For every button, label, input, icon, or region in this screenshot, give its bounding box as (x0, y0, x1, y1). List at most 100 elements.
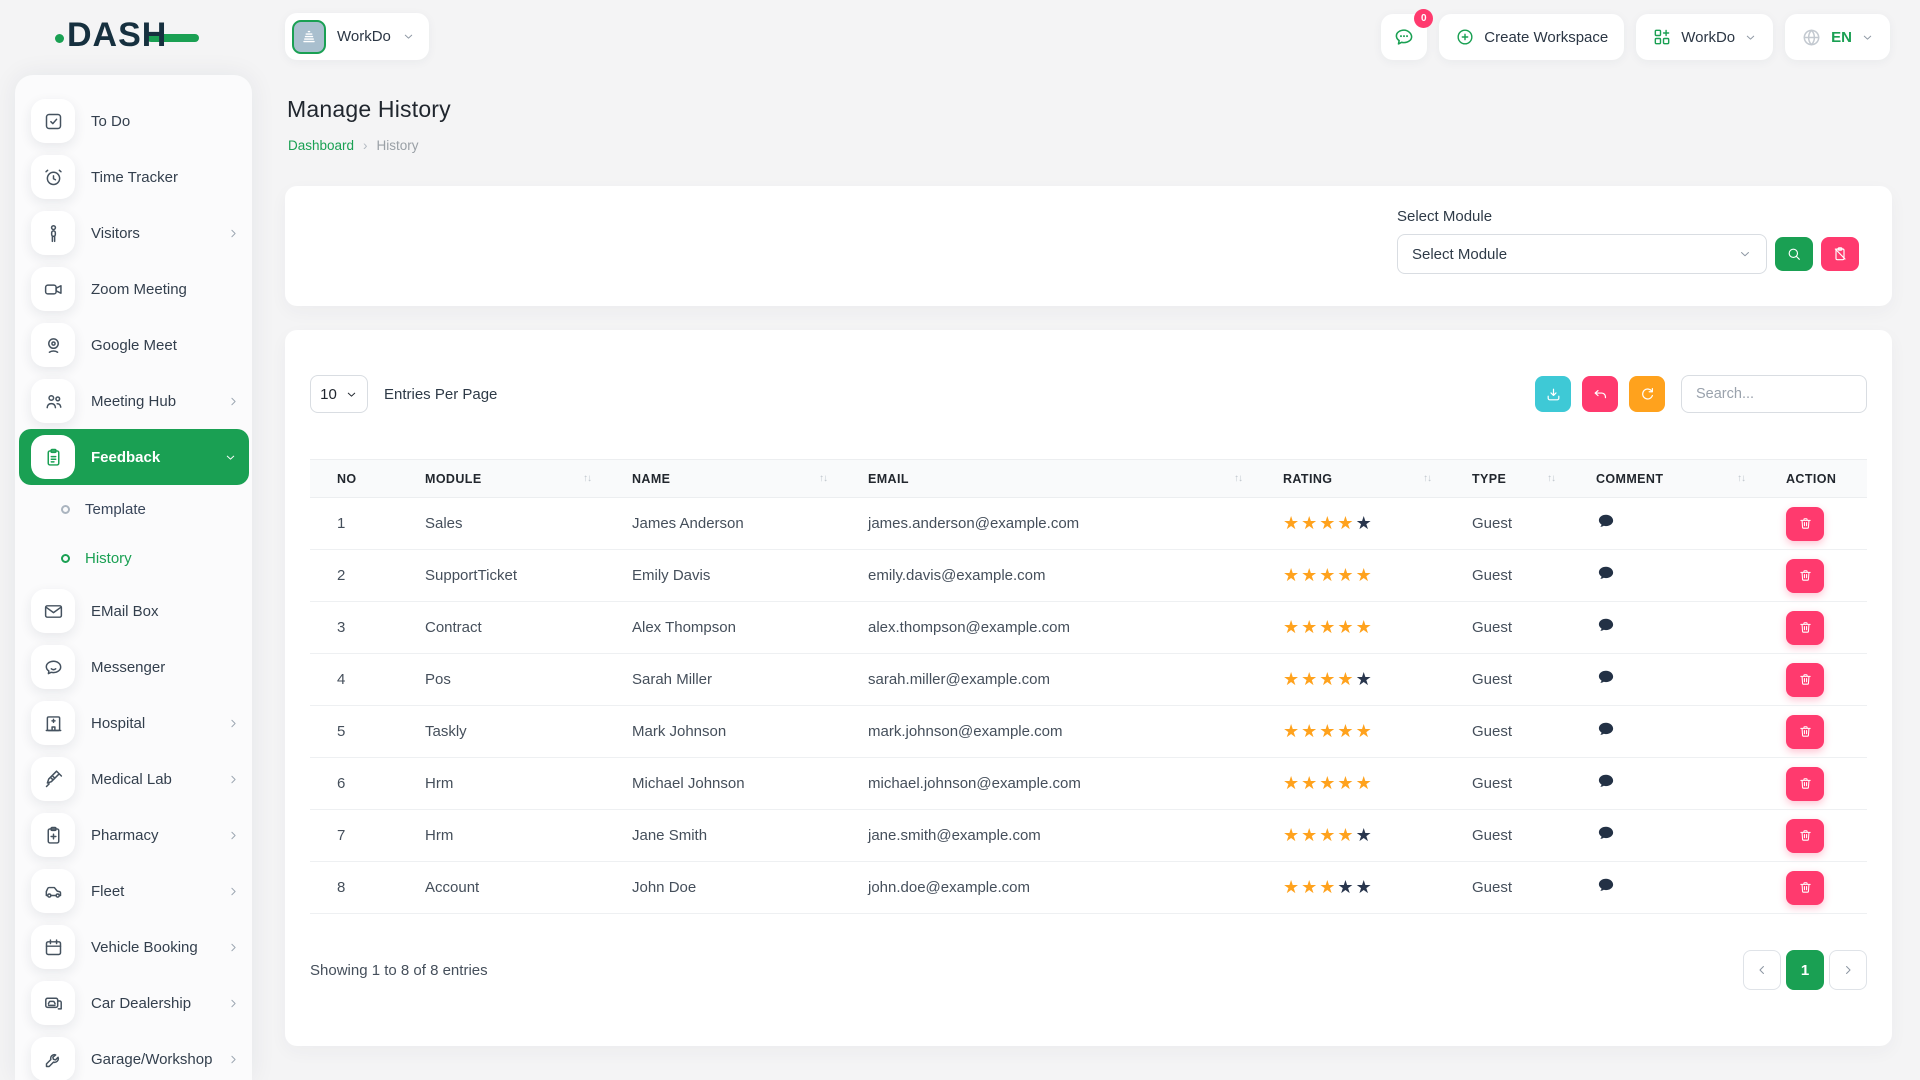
comment-bubble-icon[interactable] (1596, 616, 1616, 635)
comment-bubble-icon[interactable] (1596, 564, 1616, 583)
table-row: 1 Sales James Anderson james.anderson@ex… (310, 498, 1867, 550)
sort-icon: ↑↓ (1737, 473, 1745, 484)
comment-bubble-icon[interactable] (1596, 720, 1616, 739)
star-filled-icon: ★ (1337, 617, 1355, 637)
messages-button[interactable]: 0 (1381, 14, 1427, 60)
cell-email: john.doe@example.com (841, 862, 1256, 914)
breadcrumb-dashboard-link[interactable]: Dashboard (288, 138, 354, 153)
col-header-comment[interactable]: COMMENT↑↓ (1569, 460, 1759, 498)
chevron-down-icon (402, 30, 415, 43)
cell-name: James Anderson (605, 498, 841, 550)
star-rating: ★★★★★ (1283, 828, 1374, 845)
cell-module: Contract (398, 602, 605, 654)
chevron-down-icon (1861, 31, 1874, 44)
topbar: DASH WorkDo 0 Create Workspace WorkDo (0, 0, 1920, 75)
star-rating: ★★★★★ (1283, 724, 1374, 741)
star-empty-icon: ★ (1337, 877, 1355, 897)
hospital-icon (31, 701, 75, 745)
undo-icon (1592, 386, 1609, 403)
pagination-prev-button[interactable] (1743, 950, 1781, 990)
language-label: EN (1831, 29, 1852, 46)
sidebar-item-todo[interactable]: To Do (15, 93, 252, 149)
table-search-input[interactable] (1681, 375, 1867, 413)
fleet-icon (31, 869, 75, 913)
delete-button[interactable] (1786, 507, 1824, 541)
sidebar-item-vehicle-booking[interactable]: Vehicle Booking (15, 919, 252, 975)
sidebar-item-hospital[interactable]: Hospital (15, 695, 252, 751)
star-empty-icon: ★ (1356, 825, 1374, 845)
filter-search-button[interactable] (1775, 237, 1813, 271)
undo-button[interactable] (1582, 376, 1618, 412)
delete-button[interactable] (1786, 611, 1824, 645)
cell-email: michael.johnson@example.com (841, 758, 1256, 810)
trash-icon (1798, 776, 1813, 791)
cell-rating: ★★★★★ (1256, 862, 1445, 914)
filter-card: Select Module Select Module (285, 186, 1892, 306)
sidebar-item-meeting-hub[interactable]: Meeting Hub (15, 373, 252, 429)
delete-button[interactable] (1786, 663, 1824, 697)
sidebar-item-time-tracker[interactable]: Time Tracker (15, 149, 252, 205)
star-filled-icon: ★ (1301, 513, 1319, 533)
export-download-button[interactable] (1535, 376, 1571, 412)
delete-button[interactable] (1786, 819, 1824, 853)
comment-bubble-icon[interactable] (1596, 824, 1616, 843)
sidebar-item-fleet[interactable]: Fleet (15, 863, 252, 919)
sidebar-item-google-meet[interactable]: Google Meet (15, 317, 252, 373)
cell-module: SupportTicket (398, 550, 605, 602)
select-module-label: Select Module (1397, 208, 1865, 225)
col-header-type[interactable]: TYPE↑↓ (1445, 460, 1569, 498)
table-header-row: NO MODULE↑↓ NAME↑↓ EMAIL↑↓ RATING↑↓ TYPE… (310, 460, 1867, 498)
cell-type: Guest (1445, 654, 1569, 706)
sidebar-item-zoom-meeting[interactable]: Zoom Meeting (15, 261, 252, 317)
star-filled-icon: ★ (1301, 669, 1319, 689)
sidebar-item-garage-workshop[interactable]: Garage/Workshop (15, 1031, 252, 1080)
comment-bubble-icon[interactable] (1596, 772, 1616, 791)
cell-rating: ★★★★★ (1256, 758, 1445, 810)
pagination-next-button[interactable] (1829, 950, 1867, 990)
bullet-circle-icon (61, 505, 70, 514)
comment-bubble-icon[interactable] (1596, 512, 1616, 531)
star-filled-icon: ★ (1301, 721, 1319, 741)
sidebar-subitem-history[interactable]: History (15, 534, 252, 583)
cell-module: Hrm (398, 810, 605, 862)
comment-bubble-icon[interactable] (1596, 668, 1616, 687)
star-filled-icon: ★ (1283, 877, 1301, 897)
sidebar-item-email-box[interactable]: EMail Box (15, 583, 252, 639)
delete-button[interactable] (1786, 871, 1824, 905)
star-filled-icon: ★ (1319, 565, 1337, 585)
chevron-down-icon (345, 388, 358, 401)
cell-comment (1569, 550, 1759, 602)
delete-button[interactable] (1786, 559, 1824, 593)
sidebar-item-pharmacy[interactable]: Pharmacy (15, 807, 252, 863)
delete-button[interactable] (1786, 715, 1824, 749)
select-module-dropdown[interactable]: Select Module (1397, 234, 1767, 274)
garage-workshop-icon (31, 1037, 75, 1080)
cell-name: Alex Thompson (605, 602, 841, 654)
sidebar-item-messenger[interactable]: Messenger (15, 639, 252, 695)
language-selector[interactable]: EN (1785, 14, 1890, 60)
pagination-page-1-button[interactable]: 1 (1786, 950, 1824, 990)
comment-bubble-icon[interactable] (1596, 876, 1616, 895)
sidebar-item-feedback[interactable]: Feedback (19, 429, 249, 485)
entries-per-page-select[interactable]: 10 (310, 375, 368, 413)
col-header-email[interactable]: EMAIL↑↓ (841, 460, 1256, 498)
col-header-rating[interactable]: RATING↑↓ (1256, 460, 1445, 498)
star-filled-icon: ★ (1337, 721, 1355, 741)
workspace-menu-button[interactable]: WorkDo (1636, 14, 1773, 60)
star-filled-icon: ★ (1301, 565, 1319, 585)
sidebar-item-visitors[interactable]: Visitors (15, 205, 252, 261)
sidebar-subitem-template[interactable]: Template (15, 485, 252, 534)
create-workspace-button[interactable]: Create Workspace (1439, 14, 1624, 60)
sidebar-item-medical-lab[interactable]: Medical Lab (15, 751, 252, 807)
medical-lab-icon (31, 757, 75, 801)
sidebar-item-car-dealership[interactable]: Car Dealership (15, 975, 252, 1031)
col-header-module[interactable]: MODULE↑↓ (398, 460, 605, 498)
workspace-selector[interactable]: WorkDo (285, 13, 429, 60)
star-rating: ★★★★★ (1283, 672, 1374, 689)
star-rating: ★★★★★ (1283, 568, 1374, 585)
feedback-icon (31, 435, 75, 479)
delete-button[interactable] (1786, 767, 1824, 801)
refresh-button[interactable] (1629, 376, 1665, 412)
filter-reset-button[interactable] (1821, 237, 1859, 271)
col-header-name[interactable]: NAME↑↓ (605, 460, 841, 498)
